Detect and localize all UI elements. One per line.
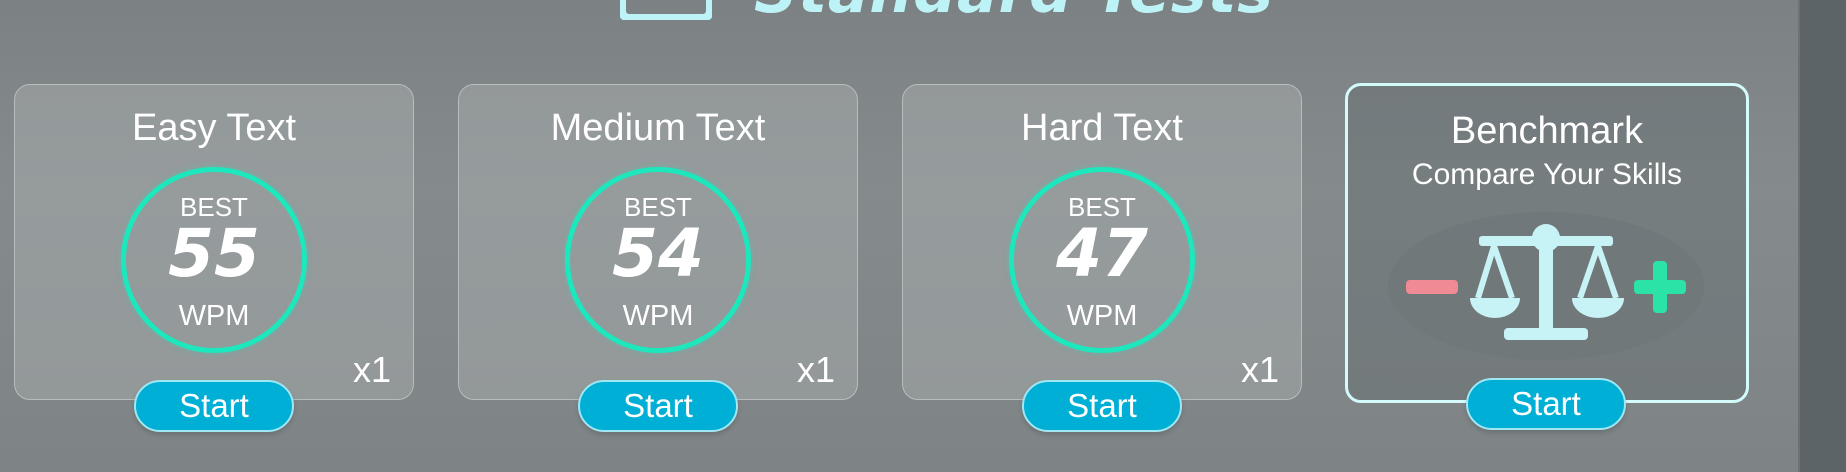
section-title: Standard Tests (754, 0, 1274, 27)
section-header: Standard Tests (618, 0, 1274, 27)
multiplier-badge: x1 (1240, 349, 1279, 390)
best-score-ring: BEST 55 WPM (121, 167, 307, 353)
keyboard-icon (618, 0, 714, 22)
minus-icon (1406, 280, 1458, 294)
multiplier-badge: x1 (796, 349, 835, 390)
start-easy-button[interactable]: Start (134, 380, 294, 432)
test-card-easy: Easy Text BEST 55 WPM x1 (14, 84, 414, 400)
multiplier-badge: x1 (352, 349, 391, 390)
benchmark-card: Benchmark Compare Your Skills (1345, 83, 1749, 403)
card-title: Hard Text (1021, 107, 1183, 149)
test-card-hard: Hard Text BEST 47 WPM x1 (902, 84, 1302, 400)
wpm-unit: WPM (1066, 300, 1138, 332)
wpm-unit: WPM (178, 300, 250, 332)
best-wpm-value: 47 (1056, 215, 1148, 292)
best-score-ring: BEST 47 WPM (1009, 167, 1195, 353)
start-medium-button[interactable]: Start (578, 380, 738, 432)
benchmark-subtitle: Compare Your Skills (1411, 158, 1683, 191)
balance-scale-icon (1388, 212, 1704, 362)
card-title: Medium Text (550, 107, 766, 149)
best-score-ring: BEST 54 WPM (565, 167, 751, 353)
wpm-unit: WPM (622, 300, 694, 332)
benchmark-title: Benchmark (1450, 110, 1644, 152)
best-wpm-value: 54 (612, 215, 704, 292)
start-hard-button[interactable]: Start (1022, 380, 1182, 432)
right-panel-edge (1798, 0, 1846, 472)
card-title: Easy Text (131, 107, 297, 149)
start-benchmark-button[interactable]: Start (1466, 378, 1626, 430)
test-card-medium: Medium Text BEST 54 WPM x1 (458, 84, 858, 400)
best-wpm-value: 55 (168, 215, 260, 292)
